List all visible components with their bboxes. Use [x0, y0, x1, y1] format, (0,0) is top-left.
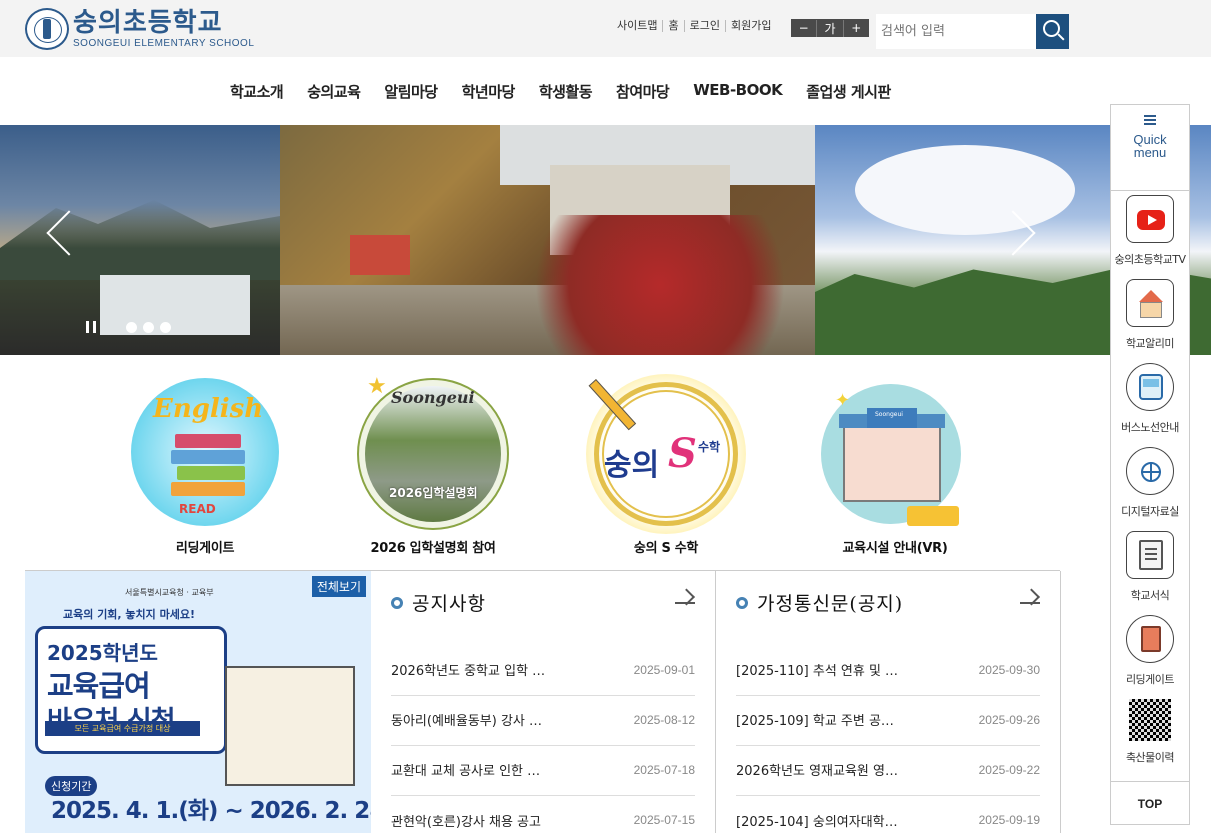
search-box	[876, 14, 1069, 49]
bullet-ring-icon	[736, 596, 748, 609]
newsletter-row[interactable]: [2025-110] 추석 연휴 및 … 2025-09-30	[736, 646, 1040, 696]
nav-item-school-intro[interactable]: 학교소개	[218, 81, 295, 102]
quick-item-school-tv[interactable]: 숭의초등학교TV	[1111, 195, 1189, 267]
search-button[interactable]	[1036, 14, 1069, 49]
banner-admission-briefing[interactable]: Soongeui ★ 2026입학설명회 2026 입학설명회 참여	[353, 374, 513, 556]
bus-icon	[1126, 363, 1174, 411]
notice-row[interactable]: 관현악(호른)강사 채용 공고 2025-07-15	[391, 796, 695, 833]
quick-item-bus-route[interactable]: 버스노선안내	[1111, 363, 1189, 435]
quick-menu: Quick menu 숭의초등학교TV 학교알리미 버스노선안내 디지털자료실	[1110, 104, 1190, 825]
nav-item-student-activities[interactable]: 학생활동	[527, 81, 604, 102]
slider-pause-button[interactable]	[86, 321, 96, 333]
slider-dot-1[interactable]	[126, 322, 137, 333]
school-building-icon: Soongeui ✦	[815, 374, 975, 534]
newsletter-more-arrow-icon[interactable]	[1020, 602, 1040, 604]
poster-title-year: 2025학년도	[47, 641, 158, 665]
scroll-top-button[interactable]: TOP	[1111, 781, 1189, 825]
school-info-icon	[1126, 279, 1174, 327]
book-icon	[1126, 615, 1174, 663]
bullet-ring-icon	[391, 596, 403, 609]
school-name-english: SOONGEUI ELEMENTARY SCHOOL	[73, 38, 255, 49]
clipboard-icon	[1126, 531, 1174, 579]
slider-dot-3[interactable]	[160, 322, 171, 333]
school-name-korean: 숭의초등학교	[73, 8, 223, 38]
promo-poster[interactable]: 서울특별시교육청 · 교육부 전체보기 교육의 기회, 놓치지 마세요! 202…	[25, 571, 371, 833]
poster-building-illustration	[225, 666, 355, 786]
font-size-control: − 가 +	[791, 19, 869, 37]
youtube-icon	[1126, 195, 1174, 243]
school-logo[interactable]: 숭의초등학교 SOONGEUI ELEMENTARY SCHOOL	[25, 8, 254, 50]
slide-autumn-campus	[280, 125, 815, 355]
notice-board: 공지사항 2026학년도 중학교 입학 … 2025-09-01 동아리(예배율동…	[371, 571, 716, 833]
notice-title: 공지사항	[412, 593, 486, 615]
poster-logos: 서울특별시교육청 · 교육부	[125, 588, 214, 597]
newsletter-row[interactable]: [2025-109] 학교 주변 공… 2025-09-26	[736, 696, 1040, 746]
font-reset-button[interactable]: 가	[816, 19, 844, 37]
quick-item-livestock-trace[interactable]: 축산물이력	[1111, 699, 1189, 765]
qr-code-icon	[1129, 699, 1171, 741]
nav-item-participation[interactable]: 참여마당	[604, 81, 681, 102]
notice-more-arrow-icon[interactable]	[675, 602, 695, 604]
font-decrease-button[interactable]: −	[791, 21, 816, 35]
menu-hamburger-icon	[1144, 115, 1156, 125]
login-link[interactable]: 로그인	[683, 20, 725, 32]
school-emblem-icon	[25, 8, 69, 50]
slider-dot-2[interactable]	[143, 322, 154, 333]
main-navigation: 학교소개 숭의교육 알림마당 학년마당 학생활동 참여마당 WEB-BOOK 졸…	[0, 57, 1211, 125]
slider-prev-button[interactable]	[45, 205, 75, 265]
poster-dates: 2025. 4. 1.(화) ~ 2026. 2. 28.(토)	[51, 798, 371, 824]
nav-item-web-book[interactable]: WEB-BOOK	[681, 81, 794, 102]
banner-math[interactable]: 숭의 S 수학 숭의 S 수학	[586, 374, 746, 556]
hero-slider	[0, 125, 1211, 355]
view-all-button[interactable]: 전체보기	[311, 576, 366, 597]
math-icon: 숭의 S 수학	[586, 374, 746, 534]
slide-night-campus	[0, 125, 280, 355]
search-input[interactable]	[876, 14, 1036, 49]
notice-row[interactable]: 교환대 교체 공사로 인한 … 2025-07-18	[391, 746, 695, 796]
sitemap-link[interactable]: 사이트맵	[612, 20, 662, 32]
newsletter-title: 가정통신문(공지)	[757, 593, 904, 615]
quick-item-school-forms[interactable]: 학교서식	[1111, 531, 1189, 603]
quick-item-reading-gate[interactable]: 리딩게이트	[1111, 615, 1189, 687]
banner-label: 2026 입학설명회 참여	[370, 541, 496, 556]
globe-network-icon	[1126, 447, 1174, 495]
signup-link[interactable]: 회원가입	[724, 20, 776, 32]
banner-facility-vr[interactable]: Soongeui ✦ 교육시설 안내(VR)	[815, 374, 975, 556]
font-increase-button[interactable]: +	[844, 21, 869, 35]
top-bar: 숭의초등학교 SOONGEUI ELEMENTARY SCHOOL 사이트맵 홈…	[0, 0, 1211, 57]
notice-row[interactable]: 2026학년도 중학교 입학 … 2025-09-01	[391, 646, 695, 696]
banner-label: 리딩게이트	[175, 541, 235, 556]
nav-item-alumni-board[interactable]: 졸업생 게시판	[794, 81, 903, 102]
nav-item-education[interactable]: 숭의교육	[295, 81, 372, 102]
banner-label: 교육시설 안내(VR)	[842, 541, 948, 556]
notice-row[interactable]: 동아리(예배율동부) 강사 … 2025-08-12	[391, 696, 695, 746]
nav-item-grades[interactable]: 학년마당	[450, 81, 527, 102]
home-link[interactable]: 홈	[662, 20, 683, 32]
quick-item-school-info[interactable]: 학교알리미	[1111, 279, 1189, 351]
poster-tag: 모든 교육급여 수급가정 대상	[45, 721, 200, 736]
reading-gate-icon: English READ	[125, 374, 285, 534]
admission-briefing-icon: Soongeui ★ 2026입학설명회	[353, 374, 513, 534]
newsletter-row[interactable]: [2025-104] 숭의여자대학… 2025-09-19	[736, 796, 1040, 833]
utility-links: 사이트맵 홈 로그인 회원가입	[612, 20, 776, 32]
banner-reading-gate[interactable]: English READ 리딩게이트	[125, 374, 285, 556]
nav-item-notices[interactable]: 알림마당	[372, 81, 449, 102]
banner-label: 숭의 S 수학	[633, 541, 699, 556]
slider-next-button[interactable]	[1005, 205, 1035, 265]
newsletter-board: 가정통신문(공지) [2025-110] 추석 연휴 및 … 2025-09-30…	[716, 571, 1061, 833]
poster-subtitle: 교육의 기회, 놓치지 마세요!	[63, 608, 196, 621]
newsletter-row[interactable]: 2026학년도 영재교육원 영… 2025-09-22	[736, 746, 1040, 796]
quick-menu-header[interactable]: Quick menu	[1111, 115, 1189, 191]
quick-item-digital-archive[interactable]: 디지털자료실	[1111, 447, 1189, 519]
